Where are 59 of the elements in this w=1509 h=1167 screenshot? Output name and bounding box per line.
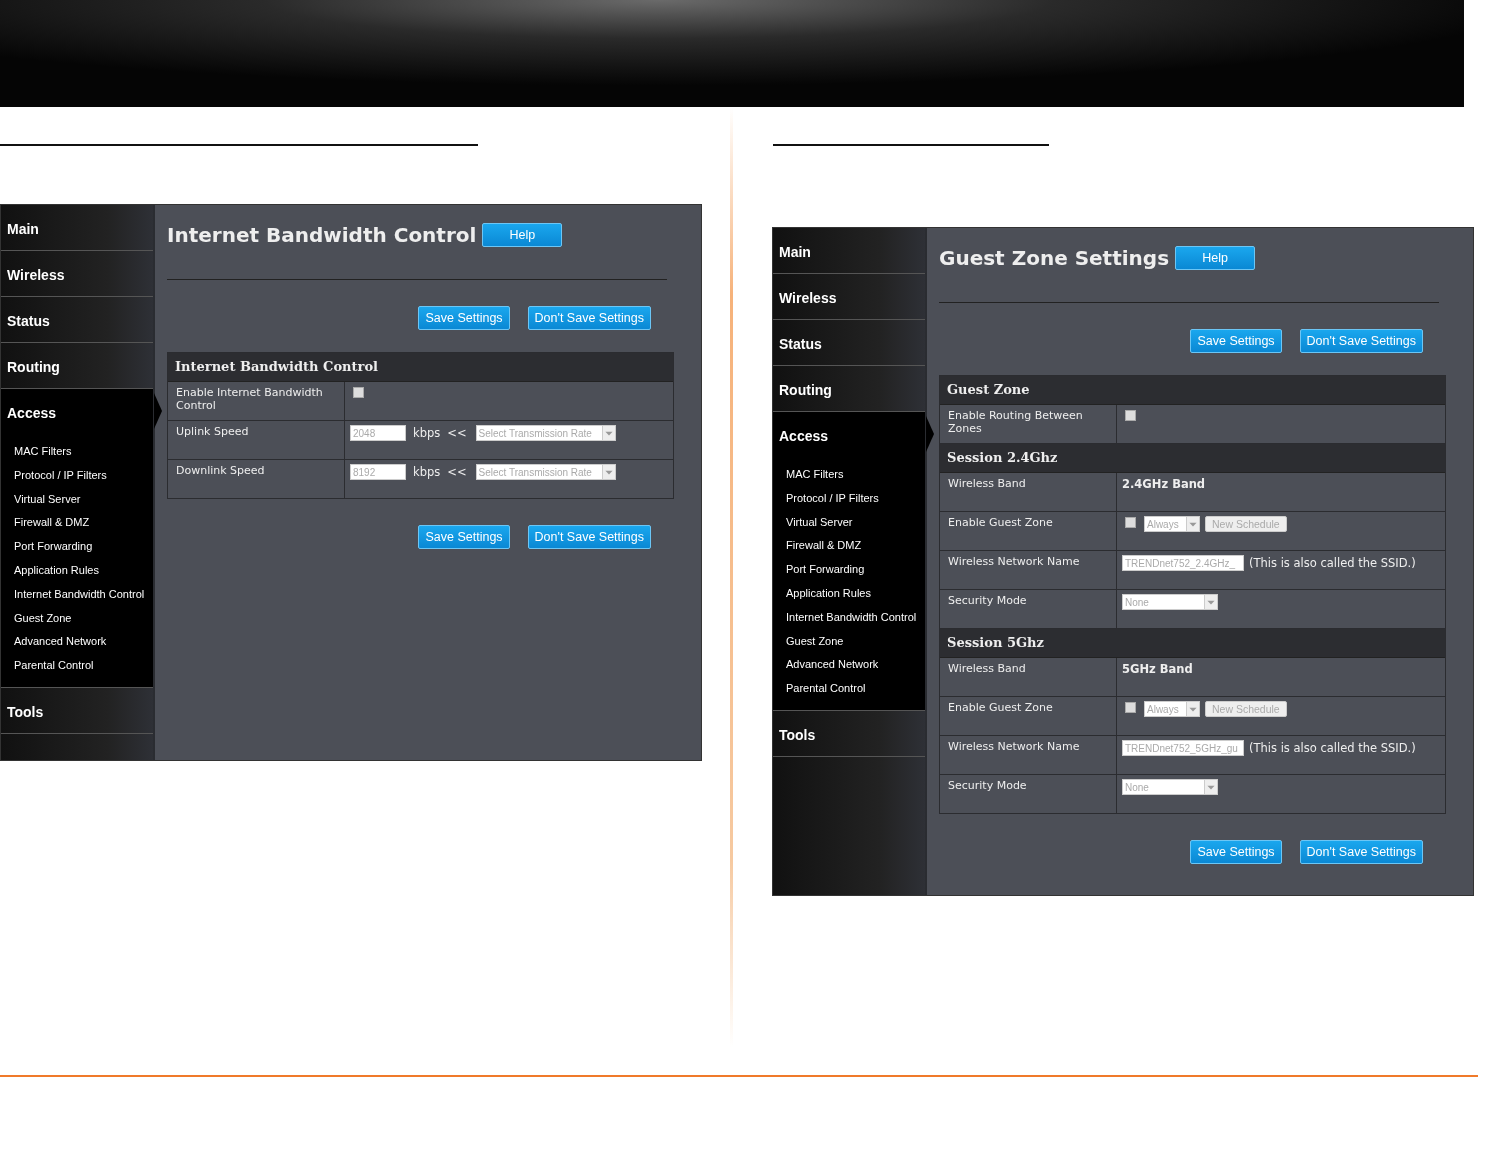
nav-subitem[interactable]: Guest Zone [773,628,925,653]
nav-subitem[interactable]: MAC Filters [1,439,153,463]
nav-item[interactable]: Tools [773,710,925,757]
field-value: 5GHz Band [1122,662,1193,676]
section-heading: Guest Zone [940,376,1445,405]
hint-text: (This is also called the SSID.) [1249,555,1416,571]
page-title: Internet Bandwidth Control [167,223,477,247]
nav-subitem[interactable]: Firewall & DMZ [773,533,925,558]
nav-subitem[interactable]: Virtual Server [773,509,925,534]
nav-subitem[interactable]: Parental Control [1,653,153,677]
nav-subitem[interactable]: Guest Zone [1,605,153,630]
field-label: Downlink Speed [168,460,345,498]
pointer-icon [154,393,162,429]
unit-label: kbps [413,464,441,480]
nav-subitem[interactable]: Internet Bandwidth Control [1,581,153,606]
field-value: 2.4GHz Band [1122,477,1206,491]
nav-item[interactable]: Status [773,320,925,366]
nav-subitem[interactable]: Port Forwarding [773,557,925,581]
section-heading: Session 2.4Ghz [940,444,1445,473]
field-label: Wireless Network Name [940,736,1117,774]
unit-label: kbps [413,425,441,441]
field-label: Wireless Band [940,473,1117,511]
field-label: Enable Internet Bandwidth Control [168,382,345,420]
section-heading: Internet Bandwidth Control [168,353,673,382]
section-heading: Session 5Ghz [940,629,1445,658]
checkbox[interactable] [1125,702,1136,713]
field-label: Enable Guest Zone [940,697,1117,735]
field-label: Uplink Speed [168,421,345,459]
nav-subitem[interactable]: Advanced Network [1,629,153,654]
nav-subitem[interactable]: Internet Bandwidth Control [773,604,925,629]
field-label: Enable Routing Between Zones [940,405,1117,443]
checkbox[interactable] [1125,517,1136,528]
nav-subitem[interactable]: Port Forwarding [1,534,153,558]
nav-item[interactable]: Main [1,205,153,251]
nav-subitem[interactable]: Protocol / IP Filters [773,485,925,510]
nav-subitem[interactable]: Advanced Network [773,652,925,677]
field-label: Security Mode [940,590,1117,628]
arrow-label: << [447,464,467,480]
nav-item[interactable]: Tools [1,687,153,734]
nav-subitem[interactable]: Protocol / IP Filters [1,462,153,487]
nav-subitem[interactable]: Firewall & DMZ [1,510,153,535]
nav-item[interactable]: Main [773,228,925,274]
arrow-label: << [447,425,467,441]
checkbox[interactable] [353,387,364,398]
nav-item[interactable]: Wireless [773,274,925,320]
checkbox[interactable] [1125,410,1136,421]
page-title: Guest Zone Settings [939,246,1170,270]
nav-subitem[interactable]: Virtual Server [1,486,153,511]
nav-item[interactable]: Wireless [1,251,153,297]
field-label: Enable Guest Zone [940,512,1117,550]
hint-text: (This is also called the SSID.) [1249,740,1416,756]
field-label: Security Mode [940,775,1117,813]
nav-subitem[interactable]: MAC Filters [773,462,925,486]
field-label: Wireless Network Name [940,551,1117,589]
field-label: Wireless Band [940,658,1117,696]
nav-item[interactable]: Status [1,297,153,343]
nav-subitem[interactable]: Application Rules [773,581,925,605]
nav-subitem[interactable]: Parental Control [773,676,925,700]
nav-subitem[interactable]: Application Rules [1,558,153,582]
